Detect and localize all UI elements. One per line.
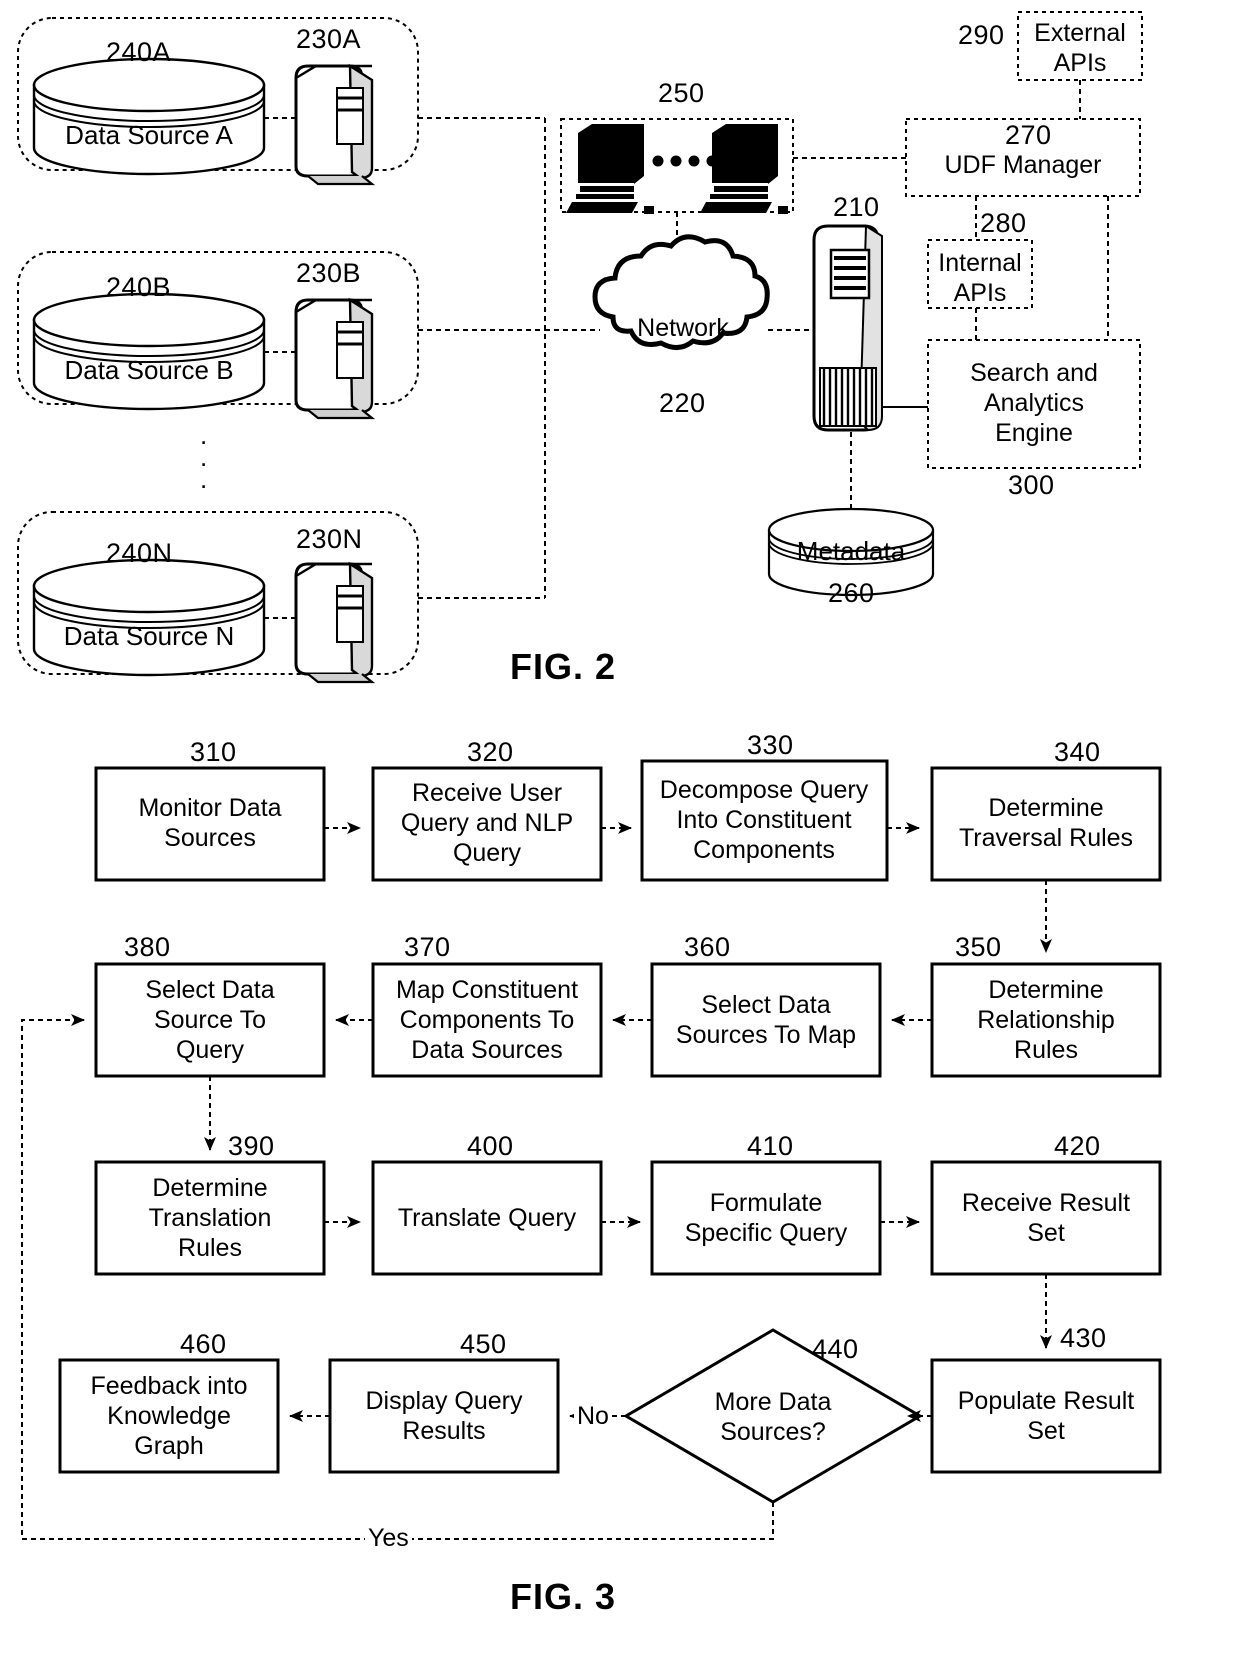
server-tower-icon-b [294, 297, 376, 420]
ref-280: 280 [980, 208, 1027, 238]
ref-340: 340 [1054, 737, 1101, 767]
database-cylinder-n [32, 558, 266, 677]
ref-240a: 240A [106, 37, 172, 67]
branch-label-yes: Yes [365, 1524, 412, 1553]
main-server-rack [812, 224, 883, 432]
step-label-450: Display Query Results [365, 1387, 523, 1445]
ref-290: 290 [958, 20, 1005, 50]
ref-260: 260 [828, 578, 875, 608]
step-label-410: Formulate Specific Query [684, 1189, 848, 1247]
database-cylinder-a [32, 57, 266, 176]
computer-icon-right [700, 124, 788, 214]
ref-420: 420 [1054, 1131, 1101, 1161]
step-label-380: Select Data Source To Query [145, 976, 275, 1064]
ref-390: 390 [228, 1131, 275, 1161]
patent-figure-sheet: 240A 230A Data Source A 240B 230B Data S… [0, 0, 1240, 1664]
step-label-320: Receive User Query and NLP Query [400, 779, 574, 867]
data-source-n-label: Data Source N [63, 621, 235, 651]
external-apis-label: External APIs [1034, 19, 1126, 77]
step-label-420: Receive Result Set [961, 1189, 1131, 1247]
fig3-title: FIG. 3 [510, 1576, 617, 1617]
ref-300: 300 [1008, 470, 1055, 500]
ref-330: 330 [747, 730, 794, 760]
ref-410: 410 [747, 1131, 794, 1161]
db-server-connectors [264, 117, 296, 619]
ref-230n: 230N [296, 524, 363, 554]
database-cylinder-b [32, 292, 266, 411]
network-label: Network [637, 314, 729, 342]
data-source-a-label: Data Source A [65, 120, 233, 150]
ref-380: 380 [124, 932, 171, 962]
ref-310: 310 [190, 737, 237, 767]
step-label-460: Feedback into Knowledge Graph [90, 1372, 248, 1460]
ref-370: 370 [404, 932, 451, 962]
step-label-340: Determine Traversal Rules [958, 794, 1134, 852]
search-engine-label: Search and Analytics Engine [970, 359, 1098, 447]
ref-460: 460 [180, 1329, 227, 1359]
ref-350: 350 [955, 932, 1002, 962]
ref-440: 440 [812, 1334, 859, 1364]
ref-270: 270 [1005, 120, 1052, 150]
metadata-label: Metadata [796, 536, 906, 566]
udf-manager-label: UDF Manager [944, 151, 1102, 179]
ref-320: 320 [467, 737, 514, 767]
ref-430: 430 [1060, 1323, 1107, 1353]
step-label-370: Map Constituent Components To Data Sourc… [395, 976, 579, 1064]
ref-250: 250 [658, 78, 705, 108]
server-tower-icon-a [294, 63, 376, 186]
step-label-350: Determine Relationship Rules [977, 976, 1115, 1064]
fig2-title: FIG. 2 [510, 646, 617, 687]
step-label-330: Decompose Query Into Constituent Compone… [659, 776, 869, 864]
step-label-430: Populate Result Set [957, 1387, 1135, 1445]
step-label-360: Select Data Sources To Map [675, 991, 857, 1049]
ref-400: 400 [467, 1131, 514, 1161]
server-tower-icon-n [294, 561, 376, 684]
step-label-310: Monitor Data Sources [138, 794, 282, 852]
step-label-400: Translate Query [397, 1204, 577, 1232]
ref-360: 360 [684, 932, 731, 962]
internal-apis-label: Internal APIs [938, 249, 1022, 307]
branch-label-no: No [574, 1402, 612, 1431]
ref-240b: 240B [106, 272, 172, 302]
ref-240n: 240N [106, 538, 173, 568]
computer-icon-left [566, 124, 654, 214]
data-source-bus [418, 117, 600, 599]
ref-210: 210 [833, 192, 880, 222]
clients-ellipsis-dots [652, 155, 718, 167]
step-label-390: Determine Translation Rules [148, 1174, 272, 1262]
data-source-b-label: Data Source B [64, 355, 234, 385]
ref-230b: 230B [296, 258, 362, 288]
decision-label-440: More Data Sources? [714, 1388, 832, 1446]
ref-450: 450 [460, 1329, 507, 1359]
ref-230a: 230A [296, 24, 362, 54]
ref-220: 220 [659, 388, 706, 418]
vertical-ellipsis: . . . [200, 420, 209, 494]
